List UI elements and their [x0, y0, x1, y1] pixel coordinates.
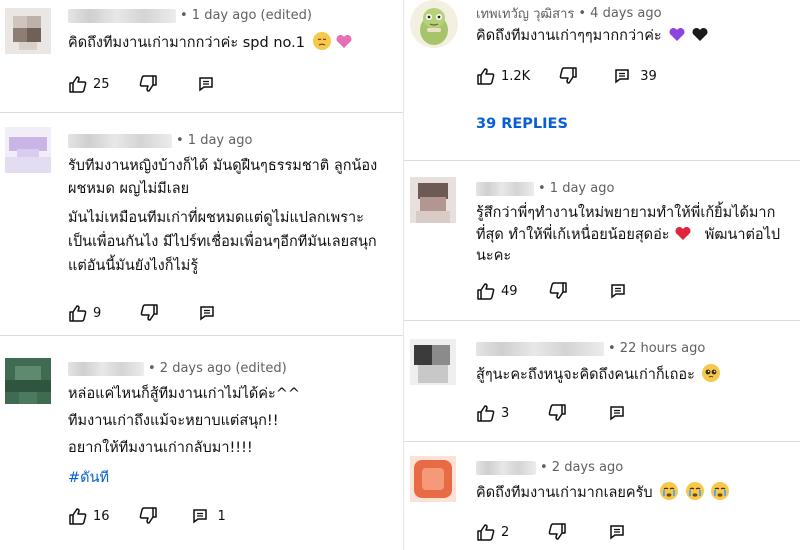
- author-name[interactable]: [68, 133, 172, 148]
- comment-timestamp[interactable]: • 22 hours ago: [608, 341, 705, 356]
- thumbs-up-icon[interactable]: [68, 74, 88, 94]
- comment-text-line: รับทีมงานหญิงบ้างก็ได้ มันดูฝืนๆธรรมชาติ…: [68, 158, 378, 174]
- comment-item: • 2 days ago (edited) หล่อแค่ไหนก็สู้ทีม…: [0, 336, 404, 550]
- comment-text-line: หล่อแค่ไหนก็สู้ทีมงานเก่าไม่ได้ค่ะ^^: [68, 386, 301, 402]
- comment-text-line: รู้สึกว่าพี่ๆทำงานใหม่พยายามทำให้พี่เก้ย…: [476, 205, 776, 221]
- author-name[interactable]: [68, 361, 144, 376]
- like-count: 2: [501, 524, 510, 540]
- comment-text-line: นะคะ: [476, 248, 512, 264]
- reply-count: 1: [217, 508, 226, 524]
- comment-text: สู้ๆนะคะถึงหนูจะคิดถึงคนเก่าก็เถอะ: [476, 364, 720, 387]
- view-replies-button[interactable]: 39 REPLIES: [476, 116, 568, 132]
- like-count: 1.2K: [501, 68, 531, 84]
- crying-face-emoji: [660, 482, 679, 500]
- author-name[interactable]: [476, 460, 536, 475]
- comment-text-line: มันไม่เหมือนทีมเก่าที่ผชหมดแต่ดูไม่แปลกเ…: [68, 210, 364, 226]
- comment-item: • 1 day ago รับทีมงานหญิงบ้างก็ได้ มันดู…: [0, 113, 404, 335]
- comment-timestamp[interactable]: • 2 days ago (edited): [148, 361, 287, 376]
- comment-text-line: อยากให้ทีมงานเก่ากลับมา!!!!: [68, 440, 253, 456]
- comment-item: • 1 day ago รู้สึกว่าพี่ๆทำงานใหม่พยายาม…: [404, 161, 800, 320]
- reply-icon[interactable]: [190, 506, 210, 526]
- comment-text-line: ทีมงานเก่าถึงแม้จะหยาบแต่สนุก!!: [68, 413, 279, 429]
- crying-face-emoji: [685, 482, 704, 500]
- author-name[interactable]: เทพเทวัญ วุฒิสาร: [476, 3, 574, 24]
- avatar[interactable]: [5, 127, 51, 173]
- thumbs-up-icon[interactable]: [68, 506, 88, 526]
- comment-text: คิดถึงทีมงานเก่าๆๆมากกว่าค่ะ: [476, 25, 709, 48]
- like-count: 3: [501, 405, 510, 421]
- comment-text-line: ผชหมด ผญไม่มีเลย: [68, 181, 190, 197]
- like-count: 9: [93, 305, 102, 321]
- crying-face-emoji: [711, 482, 730, 500]
- thumbs-down-icon[interactable]: [547, 522, 567, 542]
- red-heart-emoji: [674, 224, 692, 242]
- comment-text-line: เป็นเพื่อนกันไง มีไปร์ทเชื่อมเพื่อนๆอีกท…: [68, 234, 377, 250]
- thumbs-down-icon[interactable]: [548, 281, 568, 301]
- reply-icon[interactable]: [608, 281, 628, 301]
- comment-text-line: แต่อันนี้มันยังไงก็ไม่รู้: [68, 258, 199, 274]
- thumbs-down-icon[interactable]: [547, 403, 567, 423]
- thumbs-down-icon[interactable]: [558, 66, 578, 86]
- like-count: 49: [501, 283, 518, 299]
- thumbs-up-icon[interactable]: [476, 281, 496, 301]
- avatar[interactable]: [5, 8, 51, 54]
- avatar[interactable]: [410, 177, 456, 223]
- sparkling-heart-emoji: [335, 32, 353, 50]
- comment-text: คิดถึงทีมงานเก่ามากเลยครับ: [476, 482, 730, 505]
- reply-icon[interactable]: [607, 403, 627, 423]
- comment-timestamp[interactable]: • 4 days ago: [578, 6, 661, 21]
- thumbs-up-icon[interactable]: [476, 66, 496, 86]
- comment-text-line: ที่สุด ทำให้พี่เก้เหนื่อยน้อยสุดอ่ะ พัฒน…: [476, 224, 780, 247]
- avatar[interactable]: [410, 456, 456, 502]
- comment-timestamp[interactable]: • 2 days ago: [540, 460, 623, 475]
- author-name[interactable]: [476, 181, 534, 196]
- left-comment-column: • 1 day ago (edited) คิดถึงทีมงานเก่ามาก…: [0, 0, 404, 550]
- avatar[interactable]: [5, 358, 51, 404]
- comment-item: เทพเทวัญ วุฒิสาร • 4 days ago คิดถึงทีมง…: [404, 0, 800, 160]
- like-count: 25: [93, 76, 110, 92]
- pleading-face-emoji: [701, 364, 720, 382]
- comment-timestamp[interactable]: • 1 day ago: [538, 181, 614, 196]
- purple-heart-emoji: [668, 25, 686, 43]
- like-count: 16: [93, 508, 110, 524]
- reply-icon[interactable]: [196, 74, 216, 94]
- thumbs-down-icon[interactable]: [138, 506, 158, 526]
- thumbs-up-icon[interactable]: [476, 403, 496, 423]
- comment-timestamp[interactable]: • 1 day ago (edited): [180, 8, 312, 23]
- black-heart-emoji: [691, 25, 709, 43]
- reply-icon[interactable]: [197, 303, 217, 323]
- comment-timestamp[interactable]: • 1 day ago: [176, 133, 252, 148]
- author-name[interactable]: [476, 341, 604, 356]
- comment-item: • 1 day ago (edited) คิดถึงทีมงานเก่ามาก…: [0, 0, 404, 112]
- pensive-face-emoji: [312, 32, 331, 50]
- thumbs-down-icon[interactable]: [138, 74, 158, 94]
- thumbs-up-icon[interactable]: [476, 522, 496, 542]
- author-name[interactable]: [68, 8, 176, 23]
- thumbs-down-icon[interactable]: [139, 303, 159, 323]
- comment-item: • 2 days ago คิดถึงทีมงานเก่ามากเลยครับ …: [404, 442, 800, 550]
- reply-icon[interactable]: [612, 66, 632, 86]
- right-comment-column: เทพเทวัญ วุฒิสาร • 4 days ago คิดถึงทีมง…: [404, 0, 800, 550]
- reply-count: 39: [640, 68, 657, 84]
- comment-text: คิดถึงทีมงานเก่ามากกว่าค่ะ spd no.1: [68, 32, 353, 55]
- avatar[interactable]: [410, 339, 456, 385]
- comment-item: • 22 hours ago สู้ๆนะคะถึงหนูจะคิดถึงคนเ…: [404, 321, 800, 441]
- reply-icon[interactable]: [607, 522, 627, 542]
- avatar[interactable]: [410, 0, 458, 48]
- thumbs-up-icon[interactable]: [68, 303, 88, 323]
- hashtag-link[interactable]: #ดันที: [68, 466, 109, 489]
